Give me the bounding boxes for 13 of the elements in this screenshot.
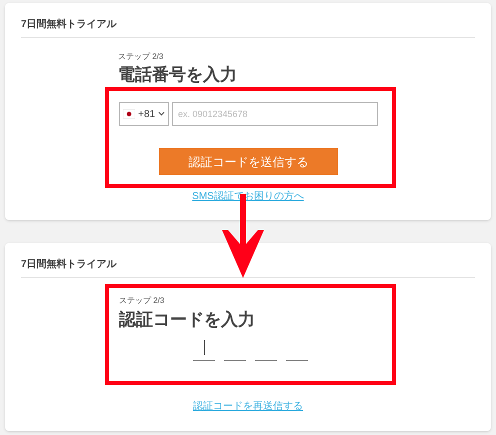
- page-title: 電話番号を入力: [118, 65, 238, 85]
- step-label: ステップ 2/3: [119, 296, 166, 306]
- step-label: ステップ 2/3: [118, 52, 164, 62]
- resend-link[interactable]: 認証コードを再送信する: [193, 401, 303, 413]
- page-title: 認証コードを入力: [119, 310, 256, 330]
- card-header: 7日間無料トライアル: [21, 18, 118, 32]
- country-code-select[interactable]: +81: [119, 102, 169, 126]
- code-digit-field[interactable]: [193, 338, 215, 361]
- chevron-down-icon: [158, 111, 165, 117]
- send-code-button[interactable]: 認証コードを送信する: [159, 148, 338, 175]
- phone-number-field[interactable]: ex. 09012345678: [172, 102, 378, 126]
- japan-flag-icon: [123, 109, 136, 119]
- card-header: 7日間無料トライアル: [21, 258, 118, 272]
